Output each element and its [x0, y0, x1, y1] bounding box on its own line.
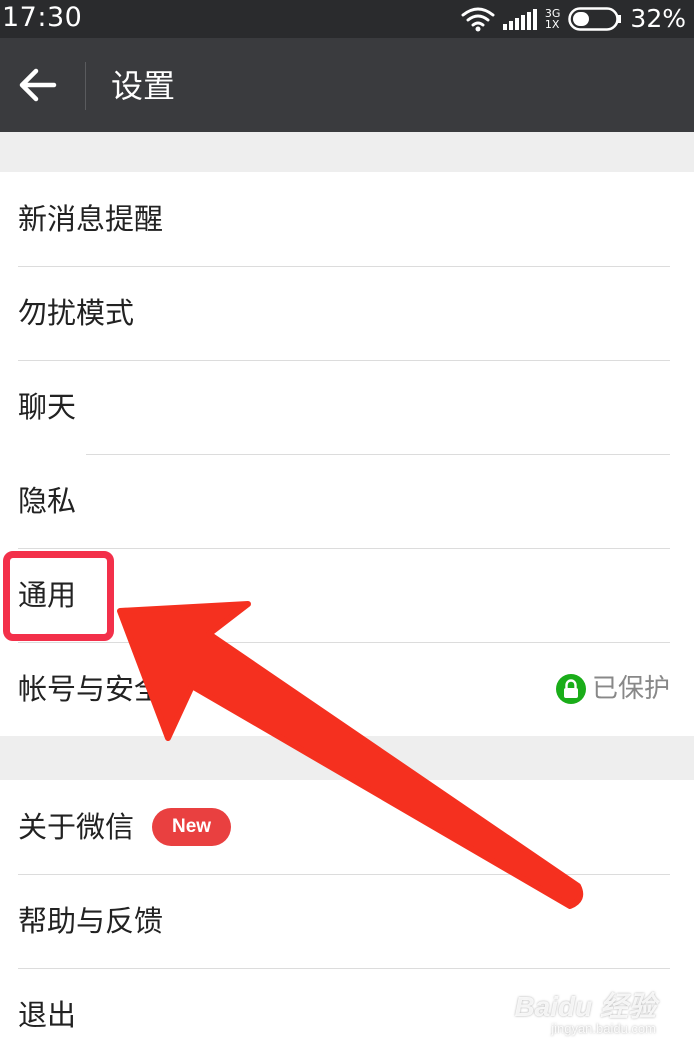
settings-item-label: 新消息提醒	[18, 202, 164, 236]
action-bar: 设置	[0, 38, 694, 132]
settings-item-label: 退出	[18, 998, 77, 1032]
back-button[interactable]	[18, 67, 58, 103]
settings-item-label: 勿扰模式	[18, 296, 135, 330]
settings-item-privacy[interactable]: 隐私	[0, 454, 694, 548]
settings-group-secondary: 关于微信 New 帮助与反馈 退出	[0, 780, 694, 1062]
settings-item-logout[interactable]: 退出	[0, 968, 694, 1062]
settings-item-chat[interactable]: 聊天	[0, 360, 694, 454]
page-title: 设置	[111, 67, 176, 105]
settings-item-new-message-alerts[interactable]: 新消息提醒	[0, 172, 694, 266]
settings-item-about-wechat[interactable]: 关于微信 New	[0, 780, 694, 874]
action-bar-divider	[85, 62, 86, 110]
settings-item-help-feedback[interactable]: 帮助与反馈	[0, 874, 694, 968]
network-type-bottom: 1X	[544, 18, 560, 31]
account-protection-status: 已保护	[555, 674, 670, 704]
settings-item-label: 隐私	[18, 484, 77, 518]
battery-percent: 32%	[630, 4, 686, 33]
arrow-left-icon	[19, 68, 57, 102]
settings-item-account-security[interactable]: 帐号与安全 已保护	[0, 642, 694, 736]
wifi-icon	[461, 7, 495, 32]
status-icons: 3G 1X 32%	[461, 0, 686, 38]
settings-item-label: 帐号与安全	[18, 672, 164, 706]
signal-icon	[502, 9, 537, 30]
status-bar: 17:30 3G 1X 32%	[0, 0, 694, 38]
status-time: 17:30	[2, 2, 83, 33]
settings-item-label: 关于微信	[18, 810, 135, 844]
battery-icon	[568, 7, 622, 31]
settings-item-label: 帮助与反馈	[18, 904, 164, 938]
settings-item-label: 通用	[18, 578, 77, 612]
lock-icon	[555, 674, 586, 704]
settings-item-label: 聊天	[18, 390, 77, 424]
network-type: 3G 1X	[545, 8, 561, 30]
settings-item-general[interactable]: 通用	[0, 548, 694, 642]
protection-status-label: 已保护	[591, 674, 670, 704]
settings-item-do-not-disturb[interactable]: 勿扰模式	[0, 266, 694, 360]
new-badge: New	[152, 808, 232, 846]
settings-group-main: 新消息提醒 勿扰模式 聊天 隐私 通用 帐号与安全 已保护	[0, 172, 694, 736]
